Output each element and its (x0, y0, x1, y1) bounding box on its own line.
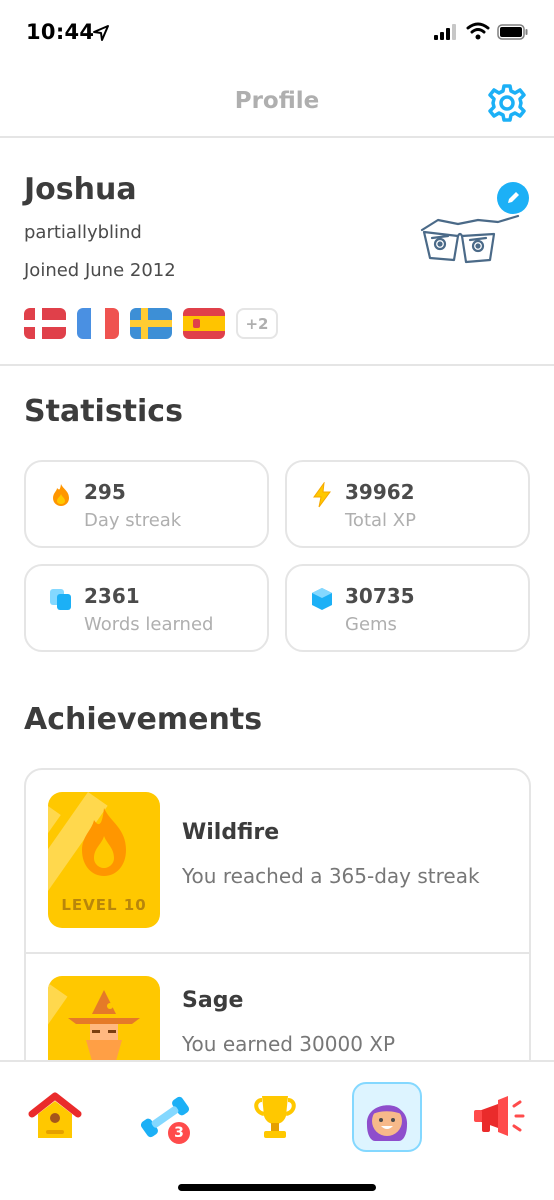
signal-icon (434, 24, 456, 40)
edit-avatar-button[interactable] (497, 182, 529, 214)
achievement-title: Sage (182, 988, 244, 1013)
stat-value: 2361 (84, 584, 140, 608)
profile-joined-date: Joined June 2012 (24, 260, 176, 281)
flag-spanish[interactable] (183, 308, 225, 339)
stat-value: 295 (84, 480, 126, 504)
achievements-title: Achievements (24, 702, 263, 737)
stat-label: Words learned (84, 614, 214, 635)
stat-card-xp[interactable]: 39962 Total XP (285, 460, 530, 548)
status-bar: 10:44 (0, 0, 554, 68)
lightning-icon (313, 482, 331, 508)
location-arrow-icon (93, 25, 109, 41)
stat-label: Total XP (345, 510, 416, 531)
stat-card-words[interactable]: 2361 Words learned (24, 564, 269, 652)
gear-icon (488, 84, 526, 122)
stat-card-gems[interactable]: 30735 Gems (285, 564, 530, 652)
cards-icon (50, 589, 71, 610)
achievements-card: LEVEL 10 Wildfire You reached a 365-day … (24, 768, 531, 1108)
avatar-icon (366, 1105, 408, 1141)
flag-danish[interactable] (24, 308, 66, 339)
course-flags: +2 (24, 308, 278, 339)
fire-icon (82, 808, 126, 876)
achievement-description: You earned 30000 XP (182, 1032, 396, 1056)
battery-icon (497, 24, 528, 40)
tab-bar: 3 (0, 1060, 554, 1200)
tab-news[interactable] (462, 1082, 532, 1152)
profile-name: Joshua (24, 172, 137, 207)
page-title: Profile (234, 88, 320, 114)
stat-label: Gems (345, 614, 397, 635)
settings-button[interactable] (486, 82, 528, 124)
home-indicator (178, 1184, 376, 1191)
more-courses-badge[interactable]: +2 (236, 308, 278, 339)
stat-label: Day streak (84, 510, 182, 531)
avatar-glasses-icon[interactable] (418, 206, 522, 268)
stat-value: 30735 (345, 584, 415, 608)
pencil-icon (508, 192, 519, 203)
megaphone-icon (474, 1096, 525, 1136)
achievement-title: Wildfire (182, 820, 280, 845)
tab-home[interactable] (20, 1082, 90, 1152)
birdhouse-icon (28, 1092, 82, 1138)
practice-badge-count: 3 (166, 1120, 192, 1146)
flag-swedish[interactable] (130, 308, 172, 339)
tab-leaderboards[interactable] (240, 1082, 310, 1152)
wifi-icon (466, 22, 490, 40)
flag-french[interactable] (77, 308, 119, 339)
badge-level-text: LEVEL 10 (61, 896, 147, 914)
achievement-description: You reached a 365-day streak (182, 864, 480, 888)
stat-card-streak[interactable]: 295 Day streak (24, 460, 269, 548)
status-time: 10:44 (26, 20, 95, 44)
fire-icon (53, 484, 69, 506)
profile-section: Joshua partiallyblind Joined June 2012 +… (0, 140, 554, 366)
gem-icon (312, 588, 332, 610)
stat-value: 39962 (345, 480, 415, 504)
trophy-icon (254, 1096, 296, 1138)
statistics-title: Statistics (24, 394, 183, 429)
profile-username: partiallyblind (24, 222, 142, 243)
tab-profile[interactable] (352, 1082, 422, 1152)
wildfire-badge: LEVEL 10 (48, 792, 160, 928)
nav-header: Profile (0, 68, 554, 138)
tab-practice[interactable]: 3 (130, 1082, 200, 1152)
achievement-wildfire[interactable]: LEVEL 10 Wildfire You reached a 365-day … (26, 770, 529, 954)
